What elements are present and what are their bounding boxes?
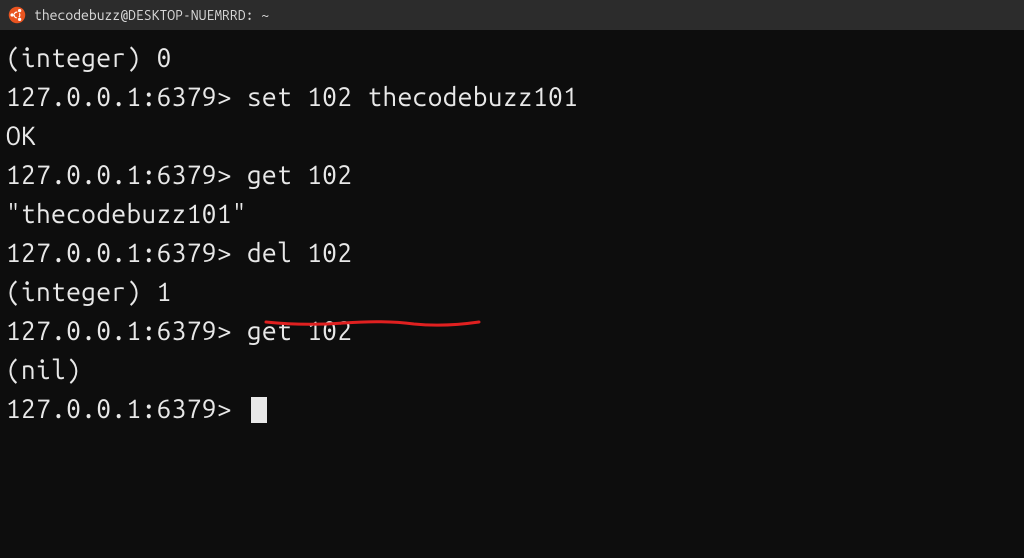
command-line: 127.0.0.1:6379> get 102 <box>6 155 1018 194</box>
window-title: thecodebuzz@DESKTOP-NUEMRRD: ~ <box>34 7 269 23</box>
command-line: 127.0.0.1:6379> set 102 thecodebuzz101 <box>6 77 1018 116</box>
prompt: 127.0.0.1:6379> <box>6 394 232 423</box>
terminal-area[interactable]: (integer) 0 127.0.0.1:6379> set 102 thec… <box>0 30 1024 436</box>
command-text: get 102 <box>247 316 352 345</box>
prompt: 127.0.0.1:6379> <box>6 238 232 267</box>
prompt: 127.0.0.1:6379> <box>6 160 232 189</box>
output-line: OK <box>6 116 1018 155</box>
command-text: set 102 thecodebuzz101 <box>247 82 578 111</box>
output-line: (integer) 1 <box>6 272 1018 311</box>
command-line: 127.0.0.1:6379> del 102 <box>6 233 1018 272</box>
cursor <box>251 397 267 423</box>
output-line: (integer) 0 <box>6 38 1018 77</box>
prompt: 127.0.0.1:6379> <box>6 316 232 345</box>
command-line: 127.0.0.1:6379> <box>6 389 1018 428</box>
prompt: 127.0.0.1:6379> <box>6 82 232 111</box>
command-text: del 102 <box>247 238 352 267</box>
ubuntu-icon <box>8 6 26 24</box>
titlebar: thecodebuzz@DESKTOP-NUEMRRD: ~ <box>0 0 1024 30</box>
output-line: (nil) <box>6 350 1018 389</box>
command-line: 127.0.0.1:6379> get 102 <box>6 311 1018 350</box>
output-line: "thecodebuzz101" <box>6 194 1018 233</box>
command-text: get 102 <box>247 160 352 189</box>
